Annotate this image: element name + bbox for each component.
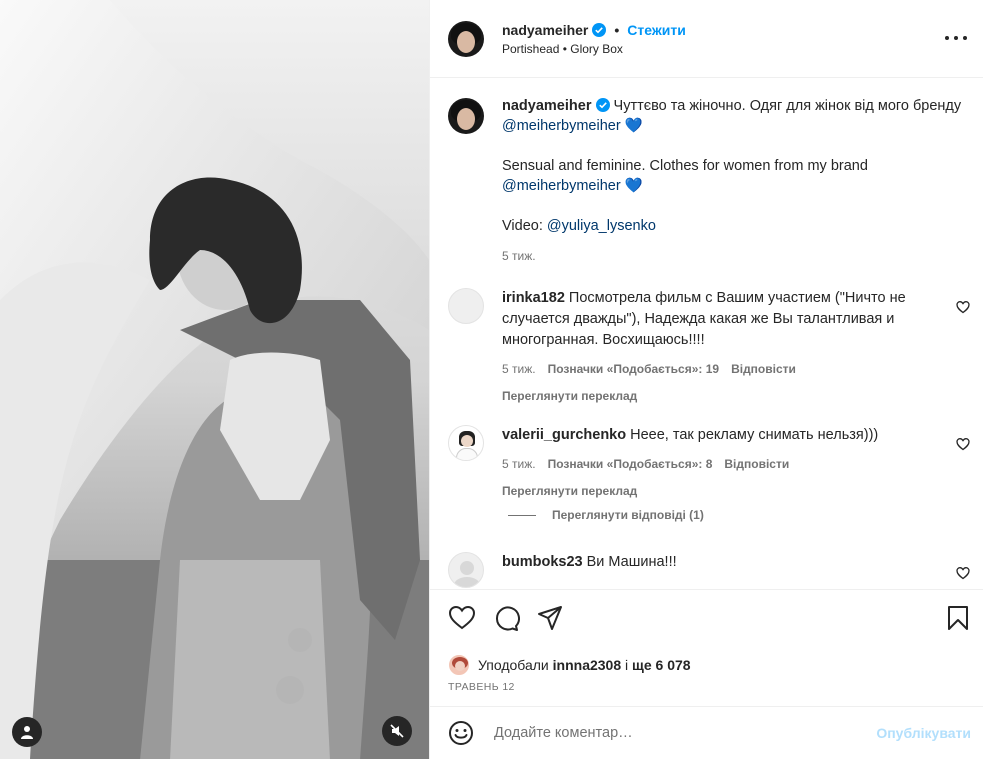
comment-reply-button[interactable]: Відповісти — [731, 359, 796, 380]
likes-count[interactable]: ще 6 078 — [632, 657, 691, 673]
comment-item: irinka182 Посмотрела фильм с Вашим участ… — [448, 288, 978, 407]
header-separator: • — [614, 21, 620, 38]
add-comment-bar: Опублікувати — [430, 706, 983, 759]
comment-item: valerii_gurchenko Неее, так рекламу сним… — [448, 425, 978, 502]
comment-reply-button[interactable]: Відповісти — [724, 454, 789, 475]
commenter-avatar[interactable] — [448, 288, 484, 324]
author-meta: nadyameiher • Стежити Portishead • Glory… — [502, 22, 686, 56]
comment-time[interactable]: 5 тиж. — [502, 454, 536, 475]
likes-summary[interactable]: Уподобали innna2308 і ще 6 078 — [448, 654, 691, 676]
likes-prefix: Уподобали — [478, 657, 549, 673]
video-credit-mention[interactable]: @yuliya_lysenko — [547, 218, 656, 234]
caption-text-en: Sensual and feminine. Clothes for women … — [502, 158, 868, 174]
comment-time[interactable]: 5 тиж. — [502, 359, 536, 380]
commenter-avatar[interactable] — [448, 425, 484, 461]
post-caption: nadyameiher Чуттєво та жіночно. Одяг для… — [448, 96, 968, 266]
verified-badge-icon — [595, 98, 610, 112]
comment-likes-count[interactable]: Позначки «Подобається»: 8 — [548, 454, 713, 475]
comment-username[interactable]: irinka182 — [502, 290, 565, 306]
comment-username[interactable]: valerii_gurchenko — [502, 427, 626, 443]
heart-icon[interactable] — [956, 437, 970, 451]
post-date[interactable]: ТРАВЕНЬ 12 — [448, 681, 515, 693]
publish-button[interactable]: Опублікувати — [876, 725, 971, 741]
see-translation-button[interactable]: Переглянути переклад — [502, 386, 942, 407]
audio-track-link[interactable]: Portishead • Glory Box — [502, 42, 686, 56]
caption-time[interactable]: 5 тиж. — [502, 246, 962, 266]
comments-scroll[interactable]: nadyameiher Чуттєво та жіночно. Одяг для… — [430, 78, 983, 589]
bookmark-icon[interactable] — [944, 604, 972, 632]
comment-text: Ви Машина!!! — [586, 554, 677, 570]
emoji-icon[interactable] — [448, 720, 474, 746]
blue-heart-emoji: 💙 — [624, 178, 643, 194]
follow-button[interactable]: Стежити — [627, 22, 686, 38]
heart-icon[interactable] — [956, 566, 970, 580]
see-translation-button[interactable]: Переглянути переклад — [502, 481, 942, 502]
comment-input[interactable] — [494, 725, 877, 741]
comment-likes-count[interactable]: Позначки «Подобається»: 19 — [548, 359, 719, 380]
post-actions-section: Уподобали innna2308 і ще 6 078 ТРАВЕНЬ 1… — [430, 589, 983, 706]
action-bar — [448, 604, 968, 634]
verified-badge-icon — [592, 22, 607, 37]
post-header: nadyameiher • Стежити Portishead • Glory… — [430, 0, 983, 78]
comment-item: bumboks23 Ви Машина!!! — [448, 552, 978, 588]
heart-icon[interactable] — [448, 604, 476, 632]
comment-username[interactable]: bumboks23 — [502, 554, 583, 570]
post-panel: nadyameiher • Стежити Portishead • Glory… — [429, 0, 983, 759]
post-photo — [0, 0, 429, 759]
caption-text-ua: Чуттєво та жіночно. Одяг для жінок від м… — [613, 98, 962, 114]
liker-avatar — [448, 654, 470, 676]
likes-middle: і — [625, 657, 629, 673]
comment-icon[interactable] — [492, 604, 520, 632]
replies-divider — [508, 514, 536, 516]
blue-heart-emoji: 💙 — [624, 118, 643, 134]
share-icon[interactable] — [536, 604, 564, 632]
more-options-icon[interactable] — [945, 30, 967, 46]
comment-text: Неее, так рекламу снимать нельзя))) — [630, 427, 879, 443]
commenter-avatar[interactable] — [448, 552, 484, 588]
author-avatar[interactable] — [448, 20, 484, 57]
user-tag-icon — [21, 726, 33, 739]
view-replies-button[interactable]: Переглянути відповіді (1) — [508, 508, 704, 522]
view-replies-label: Переглянути відповіді (1) — [552, 508, 704, 522]
post-media[interactable] — [0, 0, 429, 759]
caption-mention-link[interactable]: @meiherbymeiher — [502, 118, 621, 134]
mute-button[interactable] — [382, 716, 412, 746]
caption-avatar[interactable] — [448, 98, 484, 134]
heart-icon[interactable] — [956, 300, 970, 314]
video-credit-label: Video: — [502, 218, 543, 234]
caption-username[interactable]: nadyameiher — [502, 98, 591, 114]
user-tag-button[interactable] — [12, 717, 42, 747]
post-modal: nadyameiher • Стежити Portishead • Glory… — [0, 0, 983, 759]
muted-speaker-icon — [390, 724, 404, 738]
caption-mention-link[interactable]: @meiherbymeiher — [502, 178, 621, 194]
liker-username[interactable]: innna2308 — [553, 657, 621, 673]
author-username[interactable]: nadyameiher — [502, 22, 588, 38]
